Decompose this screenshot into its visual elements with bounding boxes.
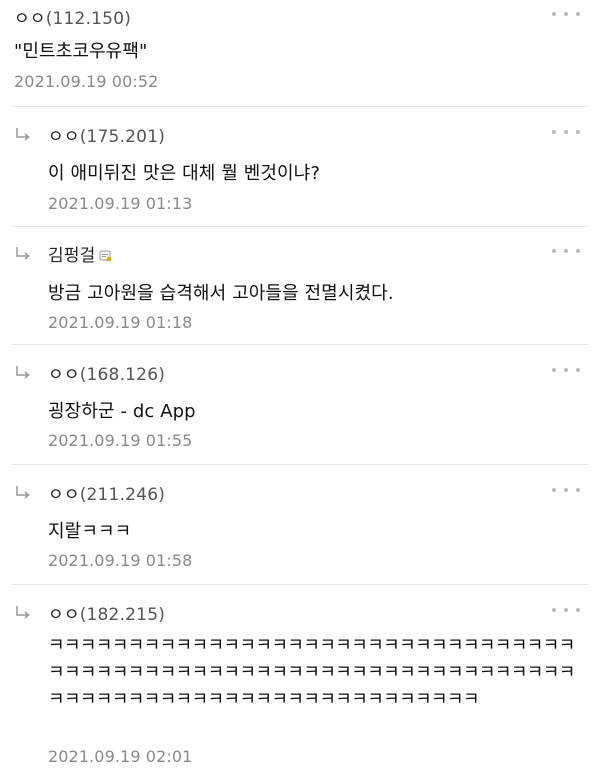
comment-date: 2021.09.19 01:58 [48, 551, 193, 570]
comment-author[interactable]: ㅇㅇ(182.215) [48, 600, 165, 625]
comment-author[interactable]: ㅇㅇ(211.246) [48, 480, 165, 505]
more-options-icon[interactable] [552, 486, 580, 494]
more-options-icon[interactable] [552, 366, 580, 374]
author-ip: (211.246) [79, 485, 166, 505]
author-nickname: 김펑걸 [48, 246, 96, 266]
comment-text: "민트초코우유팩" [14, 41, 148, 62]
comment-author[interactable]: ㅇㅇ(175.201) [48, 122, 165, 147]
comment-item: ㅇㅇ(175.201) 이 애미뒤진 맛은 대체 뭘 벤것이냐? 2021.09… [0, 107, 600, 227]
author-nickname: ㅇㅇ [48, 605, 80, 625]
comment-author[interactable]: ㅇㅇ(112.150) [14, 4, 131, 29]
reply-arrow-icon [16, 486, 30, 499]
comment-text: 지랄ㅋㅋㅋ [48, 521, 132, 542]
comment-date: 2021.09.19 01:13 [48, 194, 193, 213]
more-options-icon[interactable] [552, 606, 580, 614]
comment-author[interactable]: 김펑걸 [48, 241, 112, 266]
comment-date: 2021.09.19 01:55 [48, 431, 193, 450]
author-nickname: ㅇㅇ [48, 485, 80, 505]
comment-date: 2021.09.19 01:18 [48, 313, 193, 332]
comment-date: 2021.09.19 00:52 [14, 72, 159, 91]
reply-arrow-icon [16, 247, 30, 260]
more-options-icon[interactable] [552, 10, 580, 18]
comment-item: ㅇㅇ(112.150) "민트초코우유팩" 2021.09.19 00:52 [0, 0, 600, 107]
comment-item: ㅇㅇ(182.215) ㅋㅋㅋㅋㅋㅋㅋㅋㅋㅋㅋㅋㅋㅋㅋㅋㅋㅋㅋㅋㅋㅋㅋㅋㅋㅋㅋㅋ… [0, 585, 600, 781]
more-options-icon[interactable] [552, 247, 580, 255]
author-ip: (112.150) [45, 9, 132, 29]
author-ip: (182.215) [79, 605, 166, 625]
fixed-nick-badge-icon [99, 250, 111, 262]
reply-arrow-icon [16, 366, 30, 379]
author-nickname: ㅇㅇ [48, 365, 80, 385]
reply-arrow-icon [16, 606, 30, 619]
author-nickname: ㅇㅇ [14, 9, 46, 29]
author-nickname: ㅇㅇ [48, 127, 80, 147]
comment-author[interactable]: ㅇㅇ(168.126) [48, 360, 165, 385]
more-options-icon[interactable] [552, 128, 580, 136]
comment-date: 2021.09.19 02:01 [48, 747, 193, 766]
comment-text: ㅋㅋㅋㅋㅋㅋㅋㅋㅋㅋㅋㅋㅋㅋㅋㅋㅋㅋㅋㅋㅋㅋㅋㅋㅋㅋㅋㅋㅋㅋㅋㅋㅋㅋㅋㅋㅋㅋㅋㅋ… [48, 635, 575, 710]
comment-item: 김펑걸 방금 고아원을 습격해서 고아들을 전멸시켰다. 2021.09.19 … [0, 227, 600, 345]
author-ip: (168.126) [79, 365, 166, 385]
comment-item: ㅇㅇ(211.246) 지랄ㅋㅋㅋ 2021.09.19 01:58 [0, 465, 600, 585]
author-ip: (175.201) [79, 127, 166, 147]
comment-text: 굉장하군 - dc App [48, 401, 196, 422]
comment-text: 방금 고아원을 습격해서 고아들을 전멸시켰다. [48, 283, 394, 304]
reply-arrow-icon [16, 128, 30, 141]
comment-item: ㅇㅇ(168.126) 굉장하군 - dc App 2021.09.19 01:… [0, 345, 600, 465]
comment-text: 이 애미뒤진 맛은 대체 뭘 벤것이냐? [48, 163, 321, 184]
